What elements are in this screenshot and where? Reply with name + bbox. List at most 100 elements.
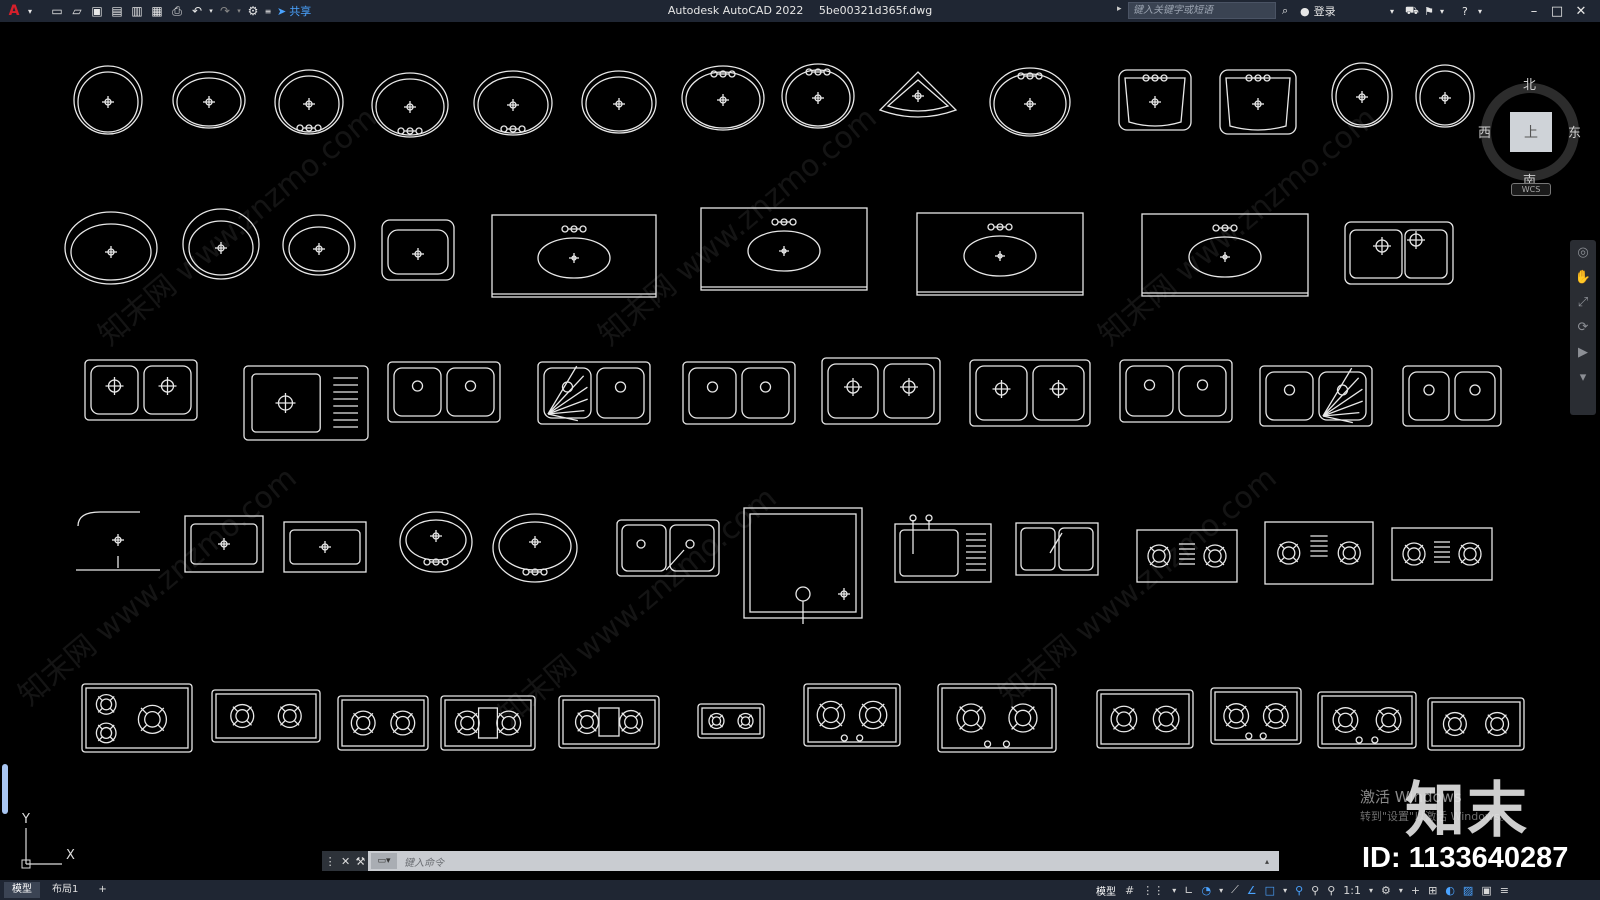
gas-stove-symbol[interactable]	[337, 695, 429, 751]
kitchen-sink-symbol[interactable]	[682, 361, 796, 425]
auto-scale-icon[interactable]: ⚲	[1308, 884, 1322, 897]
basin-symbol[interactable]	[1118, 69, 1192, 131]
minimize-icon[interactable]: –	[1523, 0, 1545, 22]
viewcube[interactable]: 北 南 西 东 上	[1478, 68, 1582, 189]
scale-label[interactable]: 1:1	[1340, 884, 1364, 897]
kitchen-sink-symbol[interactable]	[1259, 365, 1373, 427]
basin-symbol[interactable]	[878, 71, 958, 118]
ortho-icon[interactable]: ∟	[1181, 884, 1196, 897]
vanity-basin-symbol[interactable]	[700, 207, 868, 291]
basin-symbol[interactable]	[381, 219, 455, 281]
customize-dropdown-icon[interactable]: ≡	[263, 0, 273, 22]
showmotion-icon[interactable]: ▶	[1570, 340, 1596, 365]
viewcube-east[interactable]: 东	[1568, 122, 1581, 141]
basin-symbol[interactable]	[492, 513, 578, 583]
save-web-icon[interactable]: ▦	[147, 0, 167, 22]
gas-stove-symbol[interactable]	[1427, 697, 1525, 751]
object-snap-icon[interactable]: □	[1262, 884, 1278, 897]
kitchen-sink-symbol[interactable]	[821, 357, 941, 425]
basin-symbol[interactable]	[283, 521, 367, 573]
vanity-basin-symbol[interactable]	[491, 214, 657, 298]
basin-symbol[interactable]	[274, 69, 344, 135]
gas-stove-symbol[interactable]	[1136, 529, 1238, 583]
kitchen-sink-symbol[interactable]	[387, 361, 501, 423]
basin-symbol[interactable]	[581, 70, 657, 134]
gas-stove-symbol[interactable]	[803, 683, 901, 747]
gas-stove-symbol[interactable]	[211, 689, 321, 743]
login-dropdown-icon[interactable]: ▾	[1390, 0, 1394, 22]
double-sink-symbol[interactable]	[1344, 221, 1454, 285]
basin-symbol[interactable]	[681, 65, 765, 131]
vanity-basin-symbol[interactable]	[916, 212, 1084, 296]
vanity-basin-symbol[interactable]	[1141, 213, 1309, 297]
autocad-logo-icon[interactable]: A	[3, 0, 25, 22]
viewcube-top-face[interactable]: 上	[1510, 112, 1552, 152]
tab-model[interactable]: 模型	[4, 882, 40, 898]
connect-dropdown-icon[interactable]: ▾	[1440, 0, 1444, 22]
basin-symbol[interactable]	[172, 71, 246, 129]
kitchen-sink-symbol[interactable]	[243, 365, 369, 441]
zoom-extents-icon[interactable]: ⤢	[1570, 290, 1596, 315]
basin-symbol[interactable]	[473, 70, 553, 136]
basin-symbol[interactable]	[989, 67, 1071, 137]
gas-stove-symbol[interactable]	[1317, 691, 1417, 749]
redo-dropdown-icon[interactable]: ▾	[235, 0, 243, 22]
annotation-scale-icon[interactable]: ⚲	[1324, 884, 1338, 897]
basin-symbol[interactable]	[399, 511, 473, 573]
kitchen-sink-symbol[interactable]	[894, 514, 992, 583]
pan-icon[interactable]: ✋	[1570, 265, 1596, 290]
recent-commands-icon[interactable]: ▭▾	[371, 853, 397, 869]
workspace-icon[interactable]: ⚙	[243, 0, 263, 22]
plot-icon[interactable]: ⎙	[167, 0, 187, 22]
basin-symbol[interactable]	[182, 208, 260, 280]
viewcube-north[interactable]: 北	[1523, 74, 1536, 93]
annotation-visibility-icon[interactable]: ⚲	[1292, 884, 1306, 897]
maximize-icon[interactable]: □	[1546, 0, 1568, 22]
shower-tray-symbol[interactable]	[743, 507, 863, 624]
help-icon[interactable]: ?	[1462, 0, 1468, 22]
workspace-gear-icon[interactable]: ⚙	[1378, 884, 1394, 897]
kitchen-sink-symbol[interactable]	[1119, 359, 1233, 423]
kitchen-sink-symbol[interactable]	[969, 359, 1091, 427]
gas-stove-symbol[interactable]	[1210, 687, 1302, 745]
save-as-icon[interactable]: ▤	[107, 0, 127, 22]
double-sink-symbol[interactable]	[616, 519, 720, 577]
basin-symbol[interactable]	[282, 214, 356, 276]
open-folder-icon[interactable]: ▱	[67, 0, 87, 22]
gas-stove-symbol[interactable]	[1391, 527, 1493, 581]
basin-symbol[interactable]	[76, 511, 160, 571]
units-icon[interactable]: ⊞	[1425, 884, 1440, 897]
basin-symbol[interactable]	[64, 211, 158, 285]
undo-dropdown-icon[interactable]: ▾	[207, 0, 215, 22]
orbit-icon[interactable]: ⟳	[1570, 315, 1596, 340]
polar-icon[interactable]: ◔	[1198, 884, 1214, 897]
command-input[interactable]: 键入命令	[400, 854, 1265, 869]
gas-stove-symbol[interactable]	[937, 683, 1057, 753]
search-input[interactable]: 键入关键字或短语	[1128, 2, 1276, 19]
login-button[interactable]: ● 登录	[1300, 0, 1336, 22]
workspace-dropdown-icon[interactable]: ▾	[1396, 886, 1406, 895]
basin-symbol[interactable]	[1219, 69, 1297, 135]
object-snap-tracking-icon[interactable]: ∠	[1244, 884, 1260, 897]
search-expand-icon[interactable]: ▸	[1117, 4, 1122, 14]
basin-symbol[interactable]	[184, 515, 264, 573]
osnap-dropdown-icon[interactable]: ▾	[1280, 886, 1290, 895]
kitchen-sink-symbol[interactable]	[84, 359, 198, 421]
new-file-icon[interactable]: ▭	[47, 0, 67, 22]
redo-icon[interactable]: ↷	[215, 0, 235, 22]
polar-dropdown-icon[interactable]: ▾	[1216, 886, 1226, 895]
annotation-monitor-icon[interactable]: +	[1408, 884, 1423, 897]
add-layout-icon[interactable]: +	[90, 882, 114, 898]
app-menu-chevron-icon[interactable]: ▾	[25, 0, 35, 22]
close-cmd-icon[interactable]: ✕	[341, 855, 350, 868]
save-icon[interactable]: ▣	[87, 0, 107, 22]
isolate-objects-icon[interactable]: ◐	[1442, 884, 1458, 897]
basin-symbol[interactable]	[1415, 64, 1475, 128]
wcs-menu-button[interactable]: WCS	[1511, 183, 1551, 196]
nav-customize-icon[interactable]: ▾	[1570, 365, 1596, 390]
basin-symbol[interactable]	[1331, 62, 1393, 128]
basin-symbol[interactable]	[781, 63, 855, 129]
model-space-button[interactable]: 模型	[1092, 883, 1120, 898]
undo-icon[interactable]: ↶	[187, 0, 207, 22]
drawing-canvas[interactable]: 知末网 www.znzmo.com 知末网 www.znzmo.com 知末网 …	[0, 22, 1600, 880]
